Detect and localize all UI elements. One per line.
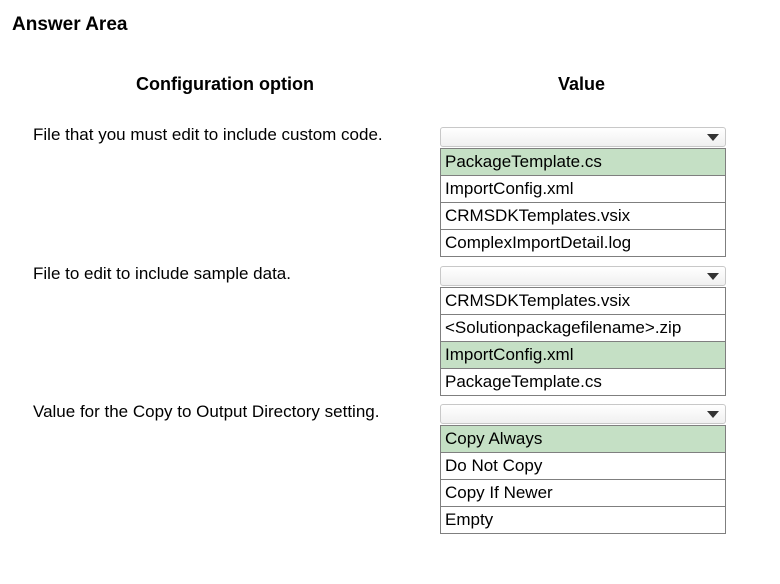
prompt-sample-data: File to edit to include sample data. <box>33 264 291 283</box>
prompt-custom-code: File that you must edit to include custo… <box>33 125 383 144</box>
options-copy-to-output: Copy Always Do Not Copy Copy If Newer Em… <box>440 425 726 534</box>
option-complex-import-detail[interactable]: ComplexImportDetail.log <box>441 230 725 257</box>
option-package-template[interactable]: PackageTemplate.cs <box>441 149 725 176</box>
option-empty[interactable]: Empty <box>441 507 725 534</box>
option-crmsdk-templates[interactable]: CRMSDKTemplates.vsix <box>441 288 725 315</box>
option-import-config[interactable]: ImportConfig.xml <box>441 176 725 203</box>
option-solution-package-zip[interactable]: <Solutionpackagefilename>.zip <box>441 315 725 342</box>
options-custom-code: PackageTemplate.cs ImportConfig.xml CRMS… <box>440 148 726 257</box>
answer-area-title: Answer Area <box>12 14 128 35</box>
option-import-config[interactable]: ImportConfig.xml <box>441 342 725 369</box>
value-header: Value <box>558 74 606 94</box>
configuration-option-header: Configuration option <box>136 74 314 94</box>
option-do-not-copy[interactable]: Do Not Copy <box>441 453 725 480</box>
option-package-template[interactable]: PackageTemplate.cs <box>441 369 725 396</box>
chevron-down-icon <box>707 411 719 418</box>
chevron-down-icon <box>707 134 719 141</box>
option-copy-if-newer[interactable]: Copy If Newer <box>441 480 725 507</box>
option-copy-always[interactable]: Copy Always <box>441 426 725 453</box>
dropdown-copy-to-output[interactable] <box>440 404 726 424</box>
options-sample-data: CRMSDKTemplates.vsix <Solutionpackagefil… <box>440 287 726 396</box>
dropdown-custom-code[interactable] <box>440 127 726 147</box>
prompt-copy-to-output: Value for the Copy to Output Directory s… <box>33 402 380 421</box>
option-crmsdk-templates[interactable]: CRMSDKTemplates.vsix <box>441 203 725 230</box>
dropdown-sample-data[interactable] <box>440 266 726 286</box>
chevron-down-icon <box>707 273 719 280</box>
